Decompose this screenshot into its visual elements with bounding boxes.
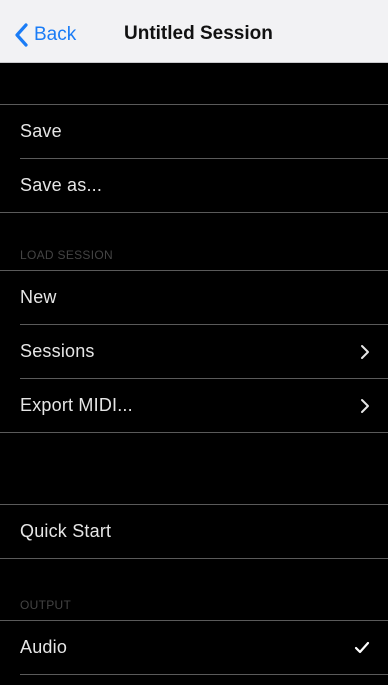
save-label: Save	[20, 121, 62, 141]
export-midi-label: Export MIDI...	[20, 395, 133, 415]
page-title: Untitled Session	[124, 23, 273, 44]
export-midi-row[interactable]: Export MIDI...	[0, 379, 388, 432]
checkmark-icon	[354, 641, 370, 653]
sessions-label: Sessions	[20, 341, 95, 361]
save-as-row[interactable]: Save as...	[0, 159, 388, 212]
output-section: OUTPUT	[0, 559, 388, 620]
chevron-right-icon	[361, 344, 369, 359]
audio-label: Audio	[20, 637, 68, 657]
sessions-row[interactable]: Sessions	[0, 325, 388, 378]
divider	[20, 674, 388, 675]
load-session-section: LOAD SESSION	[0, 213, 388, 270]
quick-start-label: Quick Start	[20, 521, 112, 541]
output-header: OUTPUT	[20, 598, 72, 612]
back-button[interactable]: Back	[14, 22, 76, 48]
save-row[interactable]: Save	[0, 105, 388, 158]
chevron-right-icon	[361, 398, 369, 413]
settings-list: Save Save as... LOAD SESSION New Session…	[0, 63, 388, 675]
new-label: New	[20, 287, 57, 307]
save-as-label: Save as...	[20, 175, 103, 195]
back-label: Back	[34, 24, 77, 45]
audio-row[interactable]: Audio	[0, 621, 388, 674]
new-row[interactable]: New	[0, 271, 388, 324]
quick-start-row[interactable]: Quick Start	[0, 505, 388, 558]
chevron-left-icon	[15, 23, 28, 47]
load-session-header: LOAD SESSION	[20, 248, 113, 262]
navigation-bar: Back Untitled Session	[0, 0, 388, 63]
